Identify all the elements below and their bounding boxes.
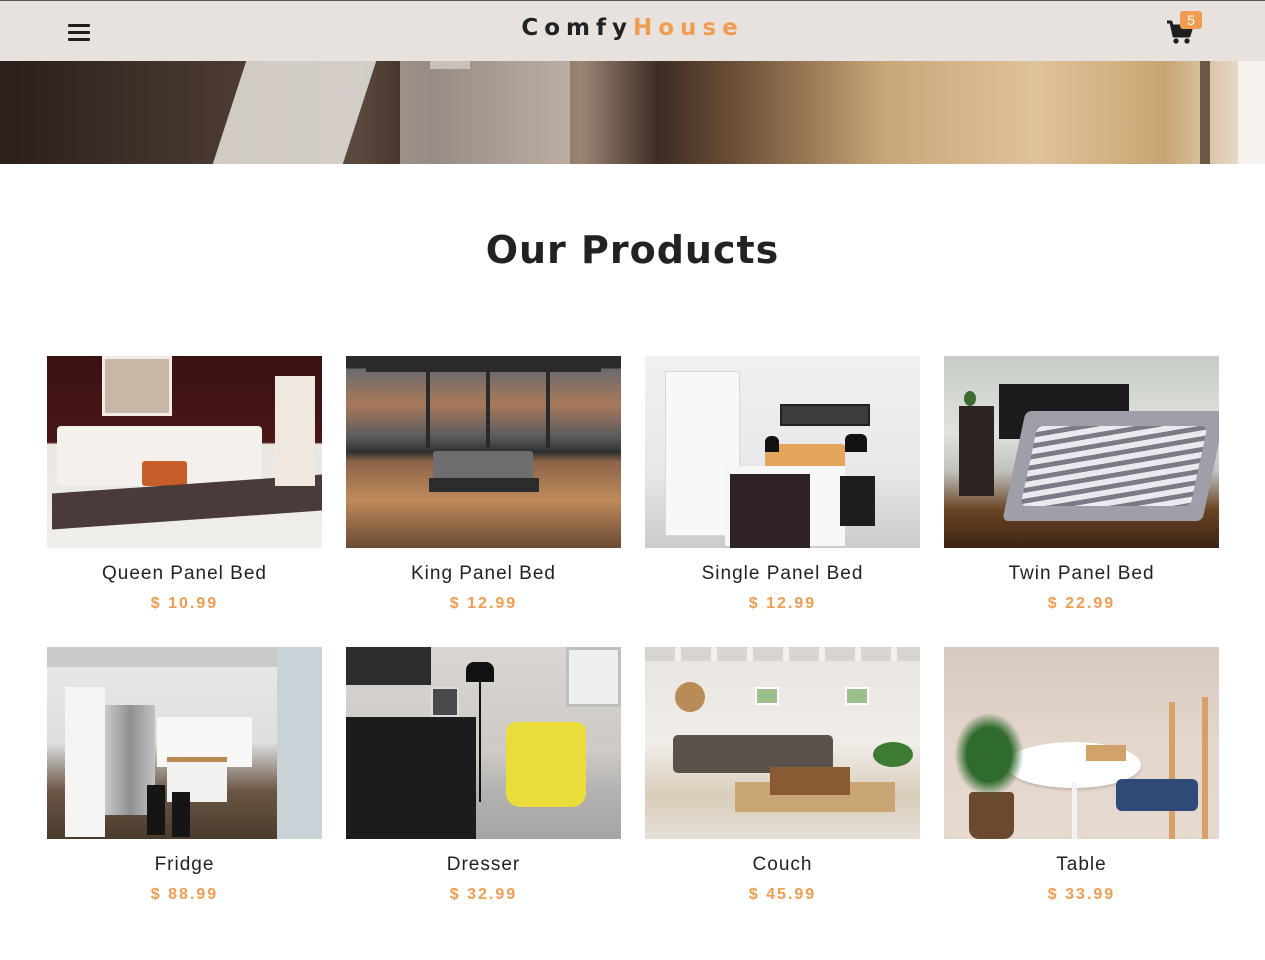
image-detail bbox=[346, 717, 476, 839]
image-detail bbox=[1169, 702, 1175, 839]
image-detail bbox=[429, 478, 539, 492]
hero-door-frame bbox=[1200, 61, 1210, 164]
product-image[interactable] bbox=[645, 356, 920, 548]
image-detail bbox=[431, 687, 459, 717]
image-detail bbox=[506, 722, 586, 807]
image-detail bbox=[964, 391, 976, 406]
image-detail bbox=[1072, 782, 1077, 839]
navbar: ComfyHouse 5 bbox=[0, 0, 1265, 61]
product-card[interactable]: Fridge $ 88.99 bbox=[47, 647, 322, 911]
image-detail bbox=[346, 647, 431, 685]
image-detail bbox=[730, 474, 810, 548]
hero-drawer-shape bbox=[400, 61, 570, 164]
image-detail bbox=[959, 406, 994, 496]
product-card[interactable]: Table $ 33.99 bbox=[944, 647, 1219, 911]
product-name: Queen Panel Bed bbox=[101, 563, 267, 584]
product-image[interactable] bbox=[944, 647, 1219, 839]
product-card[interactable]: Single Panel Bed $ 12.99 bbox=[645, 356, 920, 620]
product-price: $ 33.99 bbox=[1047, 886, 1116, 903]
image-detail bbox=[65, 687, 105, 837]
image-detail bbox=[147, 785, 165, 835]
image-detail bbox=[546, 368, 550, 448]
product-price: $ 45.99 bbox=[748, 886, 817, 903]
products-title: Our Products bbox=[485, 228, 780, 272]
products-grid: Queen Panel Bed $ 10.99 King Panel Bed $… bbox=[47, 356, 1219, 911]
cart-button[interactable]: 5 bbox=[1166, 11, 1202, 48]
image-detail bbox=[770, 767, 850, 795]
product-image[interactable] bbox=[944, 356, 1219, 548]
product-price: $ 10.99 bbox=[150, 595, 219, 612]
image-detail bbox=[780, 404, 870, 426]
product-name: Twin Panel Bed bbox=[1008, 563, 1155, 584]
cart-count-badge: 5 bbox=[1180, 11, 1202, 29]
product-name: Table bbox=[1056, 854, 1107, 875]
product-price: $ 32.99 bbox=[449, 886, 518, 903]
product-card[interactable]: Couch $ 45.99 bbox=[645, 647, 920, 911]
image-detail bbox=[873, 742, 913, 767]
hero-banner-image bbox=[0, 61, 1265, 164]
product-price: $ 12.99 bbox=[449, 595, 518, 612]
hero-pillow-shape bbox=[210, 61, 380, 164]
product-price: $ 12.99 bbox=[748, 595, 817, 612]
image-detail bbox=[479, 682, 481, 802]
product-name: Couch bbox=[752, 854, 813, 875]
image-detail bbox=[277, 647, 322, 839]
product-image[interactable] bbox=[346, 356, 621, 548]
image-detail bbox=[426, 368, 430, 448]
image-detail bbox=[1020, 426, 1208, 506]
product-name: Dresser bbox=[446, 854, 521, 875]
image-detail bbox=[845, 434, 867, 452]
image-detail bbox=[466, 662, 494, 682]
image-detail bbox=[1116, 779, 1198, 811]
product-price: $ 22.99 bbox=[1047, 595, 1116, 612]
image-detail bbox=[142, 461, 187, 486]
product-card[interactable]: Dresser $ 32.99 bbox=[346, 647, 621, 911]
image-detail bbox=[1202, 697, 1208, 839]
image-detail bbox=[275, 376, 315, 486]
product-image[interactable] bbox=[47, 647, 322, 839]
image-detail bbox=[566, 647, 621, 707]
image-detail bbox=[172, 792, 190, 837]
product-image[interactable] bbox=[47, 356, 322, 548]
hero-wall bbox=[1238, 61, 1265, 164]
image-detail bbox=[954, 712, 1024, 797]
image-detail bbox=[366, 368, 601, 372]
product-image[interactable] bbox=[645, 647, 920, 839]
image-detail bbox=[840, 476, 875, 526]
image-detail bbox=[102, 356, 172, 416]
hero-drawer-handle bbox=[430, 61, 470, 69]
product-card[interactable]: King Panel Bed $ 12.99 bbox=[346, 356, 621, 620]
image-detail bbox=[486, 368, 490, 448]
brand-part-comfy: Comfy bbox=[521, 15, 633, 41]
product-card[interactable]: Twin Panel Bed $ 22.99 bbox=[944, 356, 1219, 620]
product-price: $ 88.99 bbox=[150, 886, 219, 903]
image-detail bbox=[645, 647, 920, 661]
brand-part-house: House bbox=[632, 15, 744, 41]
image-detail bbox=[675, 682, 705, 712]
product-name: Single Panel Bed bbox=[701, 563, 864, 584]
brand-logo: ComfyHouse bbox=[0, 15, 1265, 41]
image-detail bbox=[755, 687, 779, 705]
image-detail bbox=[969, 792, 1014, 839]
image-detail bbox=[433, 451, 533, 481]
image-detail bbox=[765, 436, 779, 452]
image-detail bbox=[845, 687, 869, 705]
product-card[interactable]: Queen Panel Bed $ 10.99 bbox=[47, 356, 322, 620]
image-detail bbox=[1086, 745, 1126, 761]
product-image[interactable] bbox=[346, 647, 621, 839]
product-name: Fridge bbox=[154, 854, 215, 875]
product-name: King Panel Bed bbox=[411, 563, 556, 584]
